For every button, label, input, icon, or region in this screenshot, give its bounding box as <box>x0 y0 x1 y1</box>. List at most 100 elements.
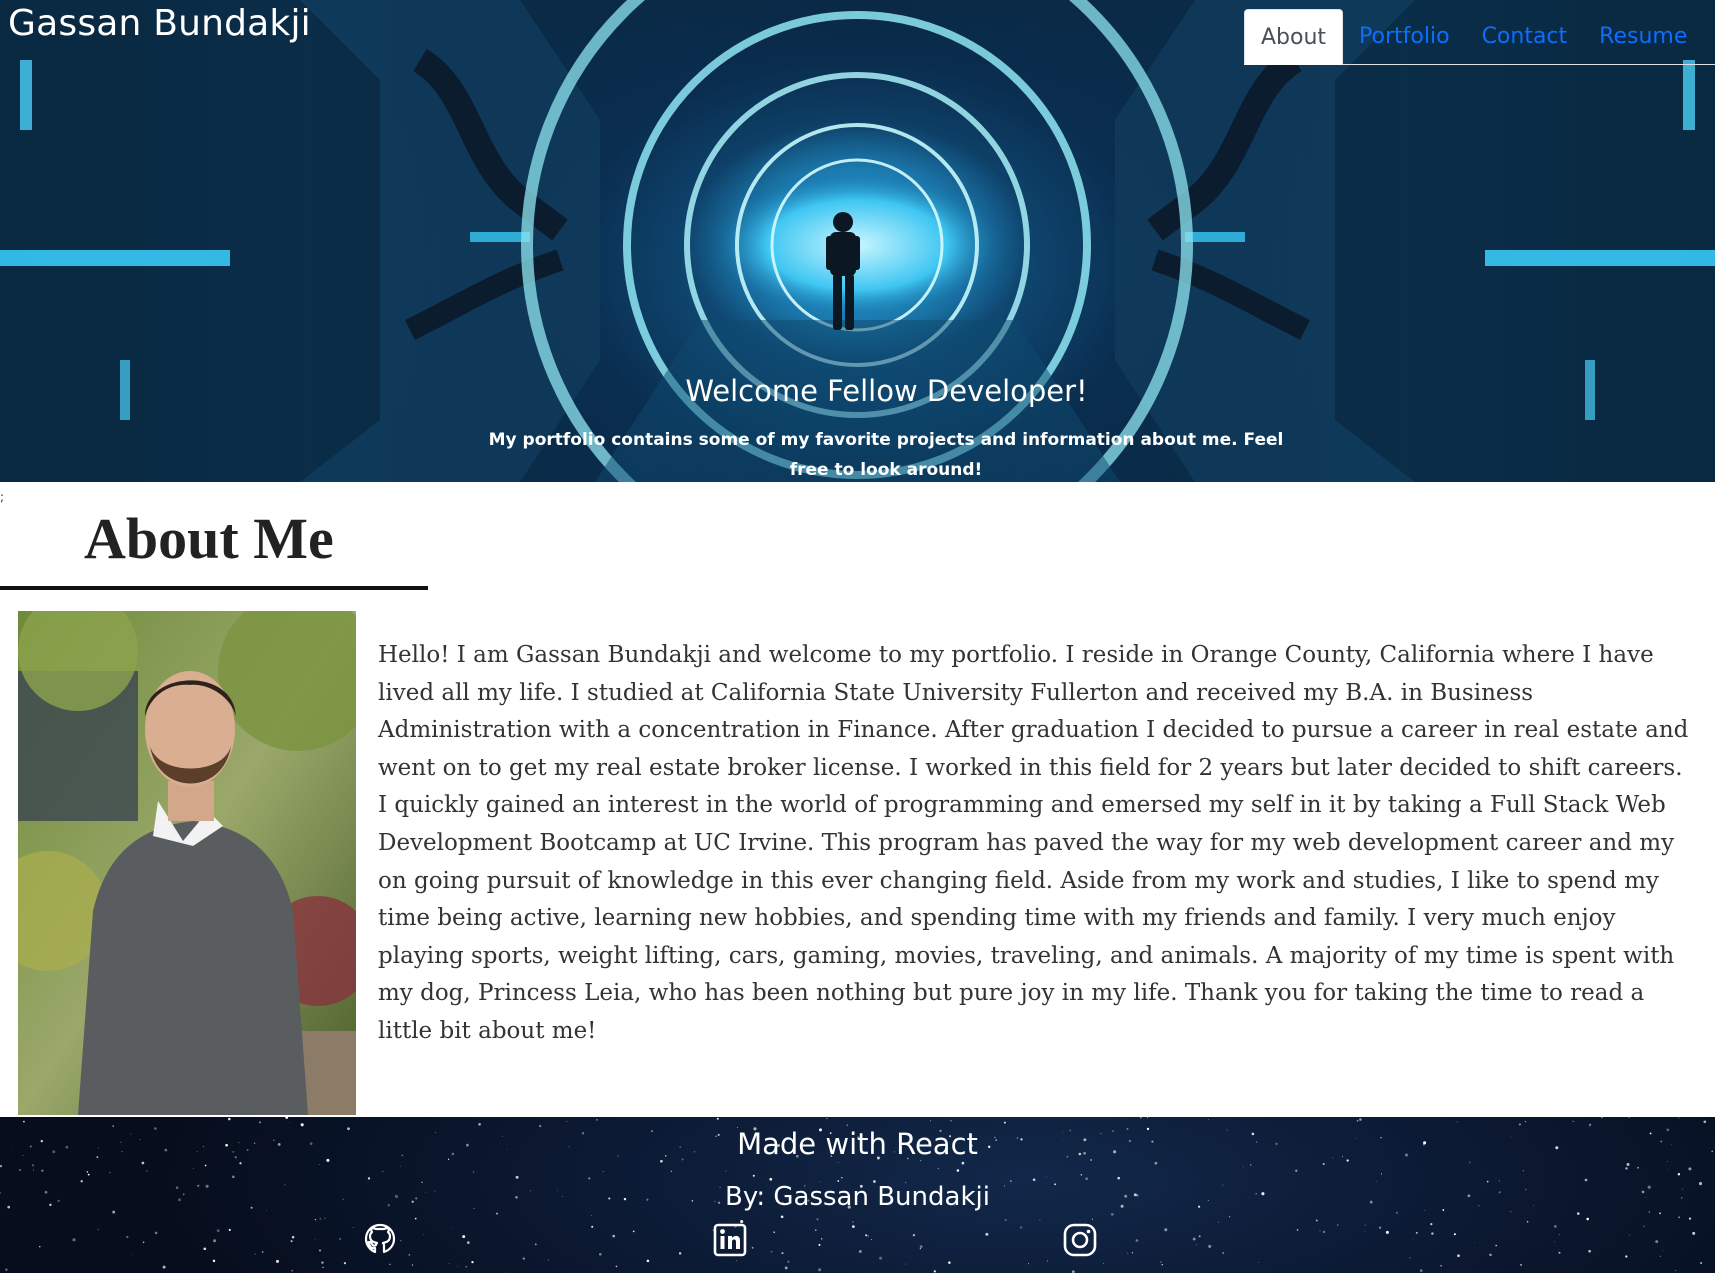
star <box>1364 1224 1366 1226</box>
star <box>632 1230 635 1233</box>
star <box>646 1259 650 1263</box>
star <box>1028 1263 1029 1265</box>
star <box>1655 1240 1659 1244</box>
star <box>1688 1167 1692 1171</box>
star <box>462 1235 466 1239</box>
star <box>192 1167 194 1169</box>
star <box>466 1241 470 1244</box>
star <box>1249 1164 1252 1166</box>
star <box>1160 1261 1162 1263</box>
star <box>1520 1264 1522 1266</box>
nav-tab-resume[interactable]: Resume <box>1583 9 1703 64</box>
star <box>1453 1233 1456 1236</box>
star <box>324 1217 326 1219</box>
star <box>919 1245 923 1248</box>
star <box>919 1247 922 1250</box>
site-brand[interactable]: Gassan Bundakji <box>8 2 311 46</box>
star <box>339 1238 341 1240</box>
star <box>1380 1173 1383 1175</box>
star <box>5 1268 8 1271</box>
star <box>547 1259 549 1261</box>
star <box>314 1219 316 1221</box>
star <box>448 1262 450 1265</box>
star <box>1359 1118 1362 1121</box>
star <box>1576 1212 1580 1215</box>
star <box>956 1169 960 1172</box>
star <box>1601 1117 1603 1119</box>
star <box>1412 1237 1413 1239</box>
star <box>261 1251 264 1253</box>
star <box>1495 1244 1497 1247</box>
star <box>1020 1226 1023 1229</box>
hero-banner: Gassan Bundakji About Portfolio Contact … <box>0 0 1715 482</box>
star <box>414 1217 417 1220</box>
star <box>1085 1177 1088 1181</box>
star <box>1629 1234 1630 1236</box>
bio-paragraph: Hello! I am Gassan Bundakji and welcome … <box>378 642 1689 1044</box>
heading-underline <box>0 586 428 590</box>
star <box>1337 1224 1339 1226</box>
star <box>1456 1121 1458 1123</box>
nav-tab-contact[interactable]: Contact <box>1466 9 1584 64</box>
star <box>1469 1161 1471 1163</box>
star <box>837 1162 839 1164</box>
star <box>515 1175 519 1179</box>
star <box>291 1269 294 1272</box>
star <box>1659 1212 1662 1215</box>
star <box>1208 1244 1212 1248</box>
star <box>1032 1178 1036 1181</box>
star <box>126 1235 129 1239</box>
star <box>1474 1242 1475 1244</box>
star <box>1522 1170 1525 1172</box>
star <box>961 1161 965 1165</box>
star <box>1242 1166 1244 1168</box>
star <box>1625 1167 1628 1170</box>
star <box>816 1218 819 1221</box>
star <box>1626 1162 1630 1166</box>
star <box>681 1161 683 1162</box>
star <box>841 1176 843 1179</box>
star <box>154 1231 158 1235</box>
star <box>495 1212 499 1215</box>
nav-tab-portfolio[interactable]: Portfolio <box>1343 9 1466 64</box>
star <box>1039 1219 1041 1221</box>
github-icon[interactable] <box>361 1221 399 1259</box>
star <box>457 1265 458 1267</box>
star <box>1103 1263 1104 1264</box>
star <box>343 1262 346 1265</box>
star <box>1117 1176 1120 1180</box>
star <box>1415 1231 1418 1234</box>
star <box>591 1214 593 1216</box>
star <box>1147 1117 1149 1119</box>
star <box>852 1225 855 1228</box>
star <box>591 1225 594 1228</box>
star <box>39 1246 41 1248</box>
star <box>288 1122 290 1124</box>
star <box>322 1266 324 1268</box>
star <box>1588 1123 1592 1126</box>
star <box>865 1234 868 1237</box>
star <box>948 1261 951 1264</box>
star <box>1678 1216 1681 1219</box>
star <box>670 1170 673 1173</box>
star <box>1315 1219 1318 1222</box>
star <box>1675 1269 1677 1272</box>
star <box>534 1243 537 1246</box>
star <box>736 1260 738 1262</box>
star <box>389 1263 391 1266</box>
star <box>314 1239 316 1241</box>
star <box>1430 1222 1433 1226</box>
nav-tab-about[interactable]: About <box>1244 9 1344 65</box>
star <box>23 1120 25 1123</box>
instagram-icon[interactable] <box>1061 1221 1099 1259</box>
star <box>612 1234 616 1238</box>
star <box>228 1228 231 1231</box>
star <box>985 1232 989 1236</box>
star <box>18 1168 22 1172</box>
star <box>588 1177 591 1180</box>
star <box>1572 1120 1574 1123</box>
star <box>41 1169 44 1172</box>
linkedin-icon[interactable] <box>711 1221 749 1259</box>
site-footer: Made with React By: Gassan Bundakji <box>0 1117 1715 1273</box>
star <box>352 1226 354 1229</box>
